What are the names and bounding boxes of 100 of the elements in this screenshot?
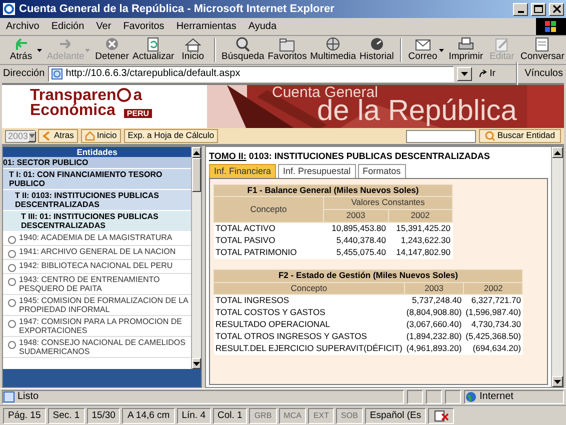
tree-node[interactable]: 01: SECTOR PUBLICO	[3, 157, 191, 169]
status-field: Español (Es	[364, 408, 426, 424]
toolbar-button[interactable]: Conversar	[518, 37, 566, 63]
status-panel	[426, 390, 442, 404]
menu-item[interactable]: Ver	[96, 20, 112, 32]
house-icon	[84, 131, 95, 141]
close-button[interactable]	[549, 2, 564, 16]
table-cell: TOTAL INGRESOS	[214, 294, 404, 308]
radio-button[interactable]	[8, 320, 16, 328]
entity-label[interactable]: 1940: ACADEMIA DE LA MAGISTRATURA	[19, 233, 172, 242]
table-cell: (1,894,232.80)	[404, 331, 464, 344]
go-button[interactable]: Ir	[474, 68, 509, 80]
column-header: 2002	[388, 210, 452, 222]
status-field: 15/30	[86, 408, 120, 424]
radio-button[interactable]	[8, 264, 16, 272]
tab[interactable]: Inf. Financiera	[209, 164, 276, 178]
column-header: 2003	[404, 282, 464, 295]
table-cell: 15,391,425.20	[388, 222, 452, 235]
toolbar-button[interactable]: Actualizar	[130, 37, 176, 63]
ie-logo-icon	[2, 2, 16, 16]
entity-label[interactable]: 1942: BIBLIOTECA NACIONAL DEL PERU	[19, 261, 173, 270]
table-cell: (694,634.20)	[464, 343, 523, 356]
maximize-button[interactable]	[531, 2, 546, 16]
menu-item[interactable]: Archivo	[6, 20, 40, 32]
close-icon	[552, 5, 560, 13]
up-arrow-icon	[554, 150, 561, 154]
entity-label[interactable]: 1945: COMISION DE FORMALIZACION DE LA PROPIEDAD INFORMAL	[19, 296, 191, 314]
table-cell: (5,425,368.50)	[464, 331, 523, 344]
status-field: EXT	[308, 408, 334, 424]
entity-label[interactable]: 1947: COMISION PARA LA PROMOCION DE EXPORTACIONES	[19, 317, 191, 335]
status-field: Col. 1	[212, 408, 248, 424]
status-field: Sec. 1	[48, 408, 85, 424]
toolbar-button[interactable]: Búsqueda	[220, 37, 266, 63]
links-label[interactable]: Vínculos	[524, 68, 563, 80]
scrollbar-thumb[interactable]	[192, 158, 201, 192]
caret-icon[interactable]	[438, 48, 444, 52]
table-cell: 5,440,378.40	[324, 234, 388, 247]
menu-item[interactable]: Edición	[51, 20, 84, 32]
up-arrow-icon	[193, 150, 200, 154]
nav-button[interactable]: Atras	[38, 129, 78, 143]
radio-button[interactable]	[8, 299, 16, 307]
menu-item[interactable]: Herramientas	[176, 20, 236, 32]
toolbar-button[interactable]: Favoritos	[266, 37, 309, 63]
toolbar-button[interactable]: Multimedia	[308, 37, 358, 63]
status-field: GRB	[249, 408, 277, 424]
nav-button[interactable]: Inicio	[80, 129, 121, 143]
table-title: F1 - Balance General (Miles Nuevos Soles)	[214, 184, 452, 197]
search-button[interactable]: Buscar Entidad	[479, 129, 561, 143]
windows-logo-icon	[545, 20, 557, 32]
toolbar-button[interactable]: Inicio	[176, 37, 210, 63]
table-cell: (1,596,987.40)	[464, 307, 523, 320]
menu-item[interactable]: Favoritos	[123, 20, 164, 32]
tab[interactable]: Formatos	[358, 164, 406, 178]
address-field[interactable]: http://10.6.6.3/ctarepublica/default.aspx	[48, 66, 454, 82]
toolbar-button[interactable]: Correo	[406, 37, 440, 63]
entity-label[interactable]: 1943: CENTRO DE ENTRENAMIENTO PESQUERO DE PAITA	[19, 275, 191, 293]
toolbar-button[interactable]: Detener	[93, 37, 131, 63]
radio-button[interactable]	[8, 250, 16, 258]
table-cell: TOTAL OTROS INGRESOS Y GASTOS	[214, 331, 404, 344]
down-arrow-icon	[554, 380, 561, 384]
folder-icon	[277, 37, 298, 52]
menu-item[interactable]: Ayuda	[248, 20, 277, 32]
scrollbar[interactable]	[191, 147, 201, 369]
search-field[interactable]	[406, 130, 476, 142]
radio-button[interactable]	[8, 236, 16, 244]
status-field: MCA	[278, 408, 306, 424]
table-cell: TOTAL PASIVO	[214, 234, 324, 247]
scrollbar[interactable]	[551, 147, 563, 387]
table-cell: TOTAL PATRIMONIO	[214, 246, 324, 259]
entity-label[interactable]: 1948: CONSEJO NACIONAL DE CAMELIDOS SUDAMERICANOS	[19, 338, 191, 356]
caret-icon[interactable]	[37, 48, 42, 52]
maximize-icon	[534, 5, 543, 13]
title-prefix: TOMO II:	[209, 151, 246, 161]
radio-button[interactable]	[8, 341, 16, 349]
minimize-button[interactable]	[513, 2, 528, 16]
tree-node[interactable]: T III: 01: INSTITUCIONES PUBLICAS DESCENTRALIZADAS	[3, 211, 191, 232]
toolbar-button[interactable]: Imprimir	[446, 37, 485, 63]
entity-label[interactable]: 1941: ARCHIVO GENERAL DE LA NACION	[19, 247, 176, 256]
table-cell: (4,961,893.20)	[404, 343, 464, 356]
down-arrow-icon	[193, 362, 200, 366]
zone-text: Internet	[480, 391, 514, 403]
radio-button[interactable]	[8, 278, 16, 286]
table-cell: TOTAL COSTOS Y GASTOS	[214, 307, 404, 320]
logo-text: Transparen	[30, 88, 116, 103]
table-cell: TOTAL ACTIVO	[214, 222, 324, 235]
page-icon	[50, 68, 63, 80]
toolbar-button[interactable]: Atrás	[4, 37, 38, 63]
tree-node[interactable]: T I: 01: CON FINANCIAMIENTO TESORO PUBLICO	[3, 169, 191, 190]
toolbar-button[interactable]: Historial	[358, 37, 396, 63]
status-field: A 14,6 cm	[122, 408, 175, 424]
dropdown-button[interactable]	[456, 67, 472, 81]
section-title: 0103: INSTITUCIONES PUBLICAS DESCENTRALIZADAS	[248, 151, 490, 161]
tree-node[interactable]: T II: 0103: INSTITUCIONES PUBLICAS DESCENTRALIZADAS	[3, 190, 191, 211]
address-label: Dirección	[3, 68, 45, 80]
status-field: Pág. 15	[3, 408, 46, 424]
export-button[interactable]: Exp. a Hoja de Cálculo	[124, 129, 218, 143]
column-header: Concepto	[214, 196, 324, 222]
tab[interactable]: Inf. Presupuestal	[278, 164, 356, 178]
table-cell: 14,147,802.90	[388, 246, 452, 259]
logo-text: Económica	[30, 103, 116, 118]
